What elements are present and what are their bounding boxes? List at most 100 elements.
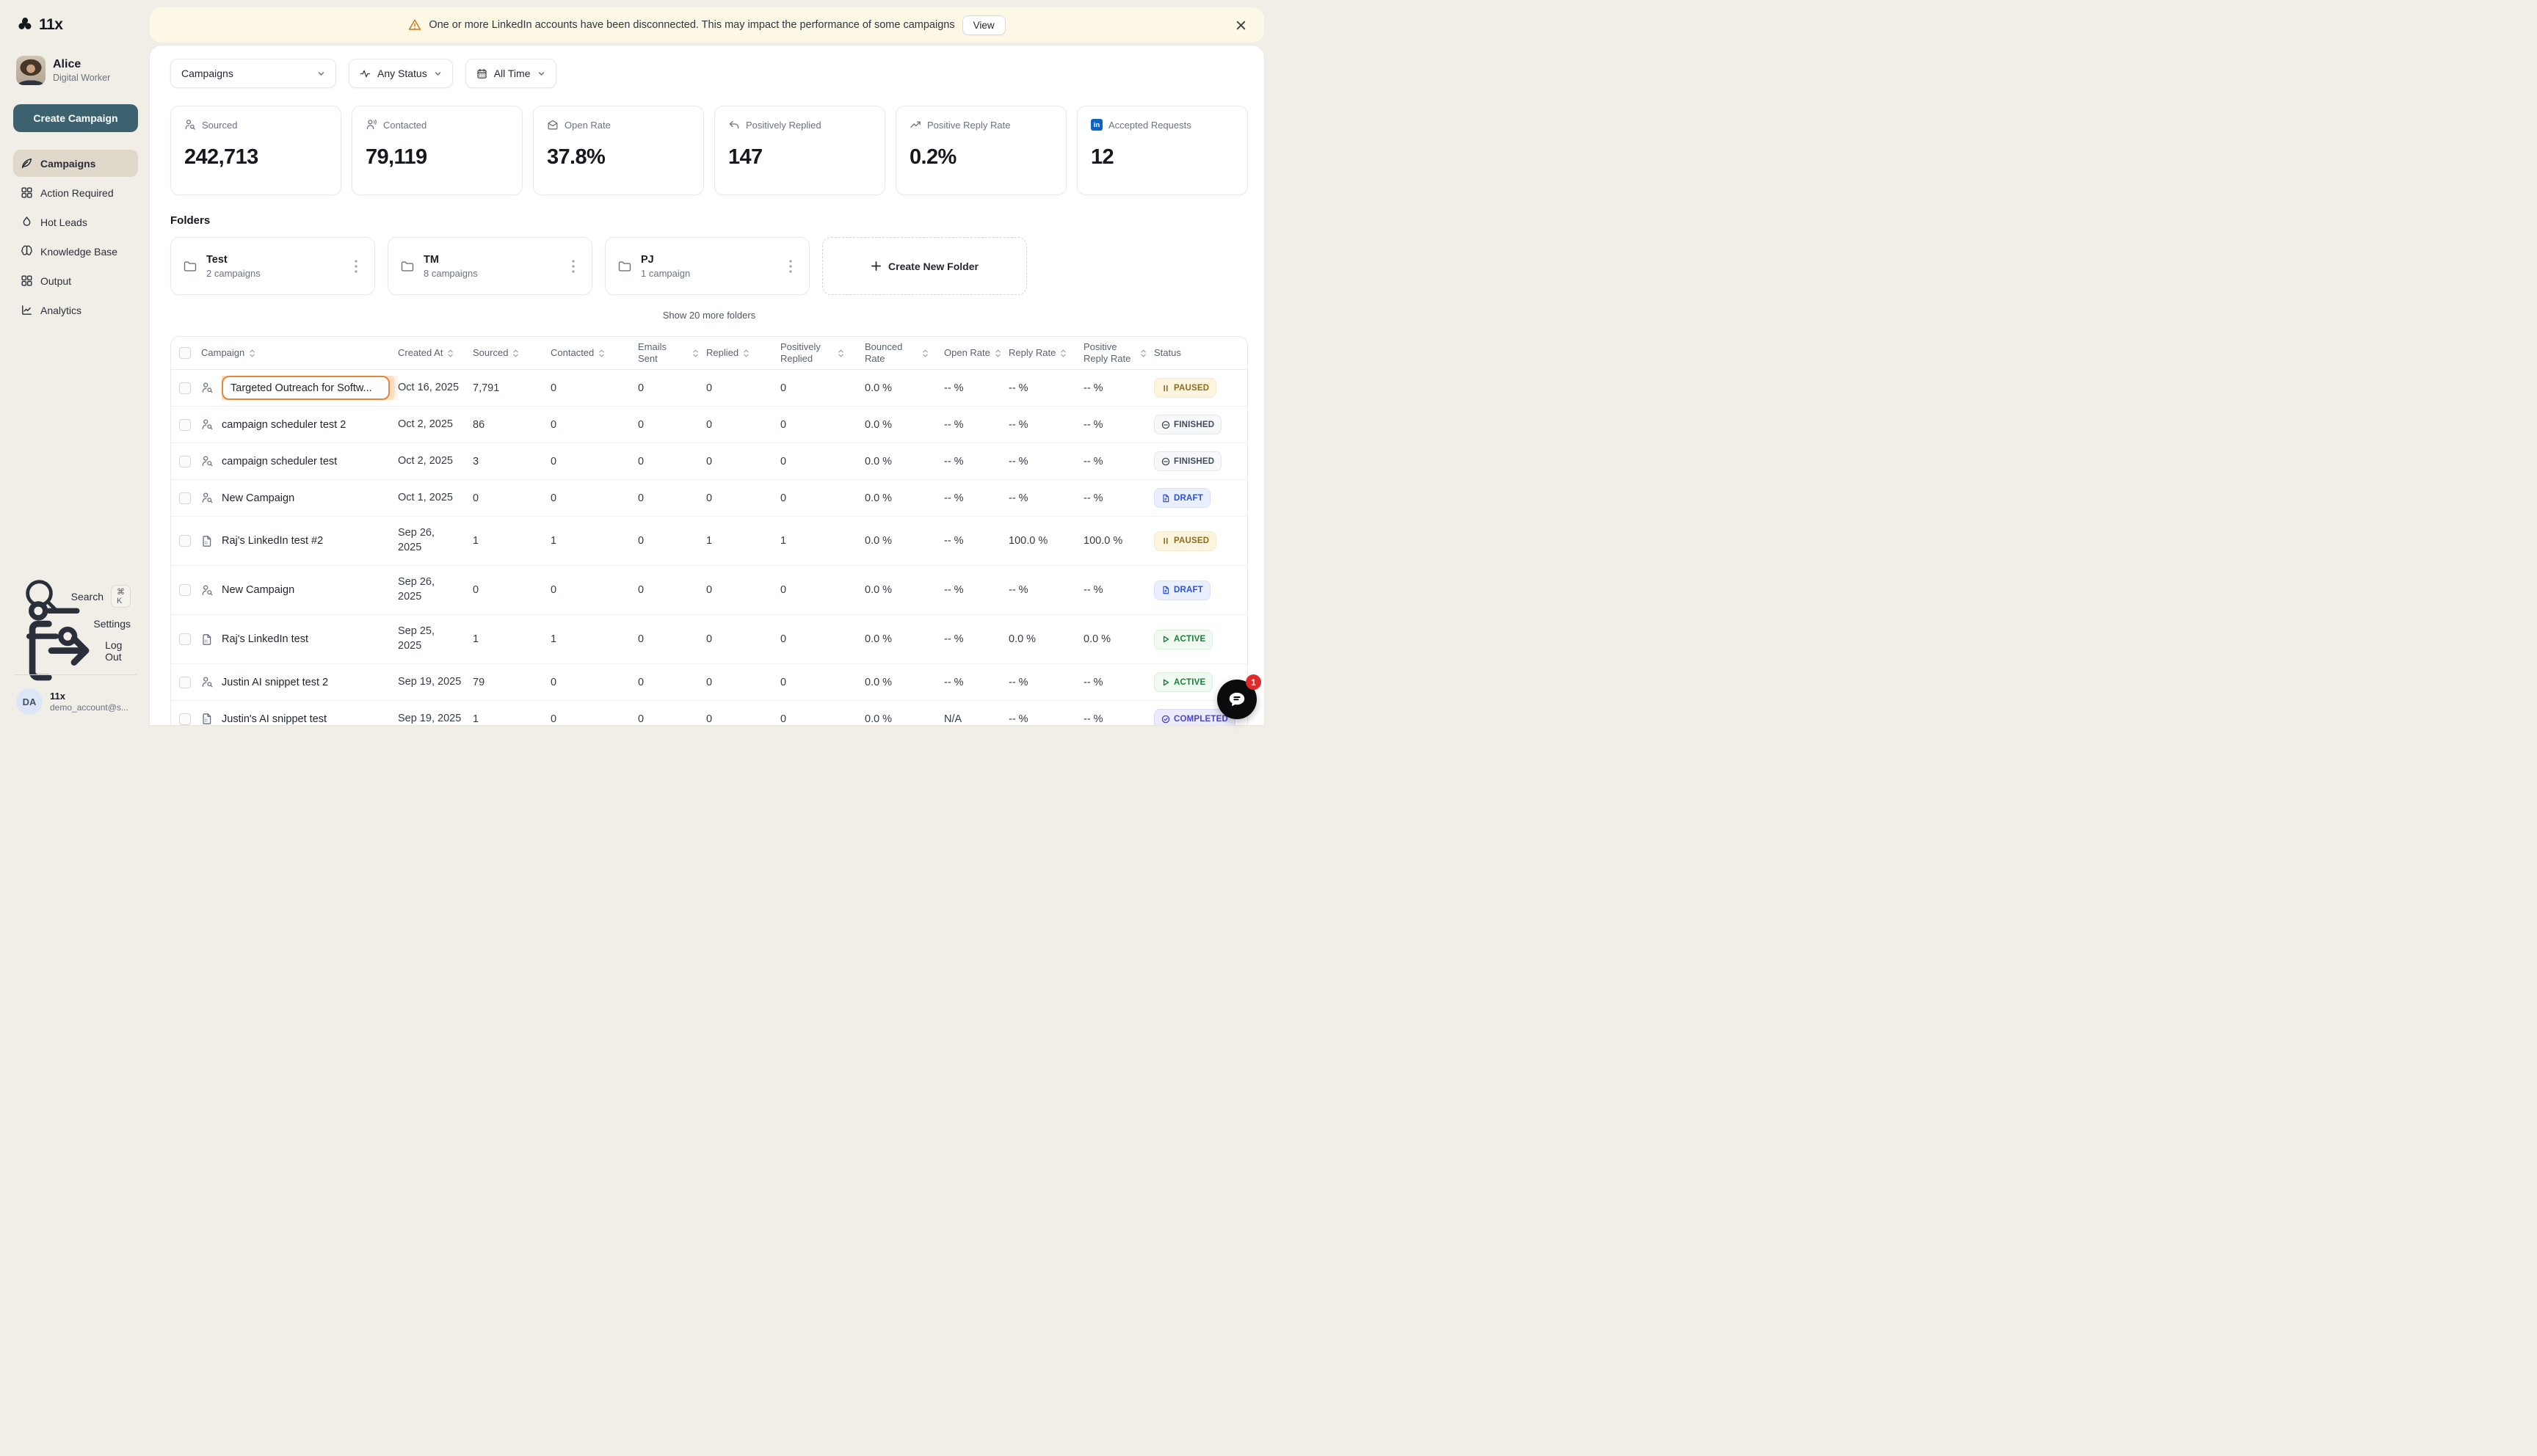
contacted-value: 1 bbox=[551, 535, 632, 547]
chevron-down-icon bbox=[537, 70, 545, 78]
positive-reply-rate-value: -- % bbox=[1084, 419, 1148, 431]
stat-label: Positively Replied bbox=[746, 120, 821, 131]
person-icon bbox=[366, 119, 377, 131]
account-switcher[interactable]: DA 11x demo_account@s... bbox=[16, 688, 138, 715]
column-header-status: Status bbox=[1154, 347, 1247, 359]
campaign-name: campaign scheduler test 2 bbox=[222, 419, 392, 431]
reply-arrow-icon bbox=[728, 119, 740, 131]
open-rate-value: -- % bbox=[944, 633, 1003, 645]
account-org: 11x bbox=[50, 691, 128, 702]
status-badge: DRAFT bbox=[1154, 488, 1211, 508]
column-header-open-rate[interactable]: Open Rate bbox=[944, 347, 1009, 359]
row-checkbox[interactable] bbox=[179, 584, 191, 596]
folder-count: 1 campaign bbox=[641, 268, 690, 279]
row-checkbox[interactable] bbox=[179, 633, 191, 645]
table-row[interactable]: New CampaignSep 26, 2025000000.0 %-- %--… bbox=[171, 566, 1247, 615]
column-header-positively-replied[interactable]: Positively Replied bbox=[780, 341, 865, 365]
row-checkbox[interactable] bbox=[179, 419, 191, 431]
status-badge: FINISHED bbox=[1154, 415, 1222, 434]
folder-name: TM bbox=[424, 254, 478, 266]
folder-card-tm[interactable]: TM 8 campaigns bbox=[388, 237, 592, 295]
select-all-checkbox[interactable] bbox=[179, 347, 191, 359]
sidebar-item-campaigns[interactable]: Campaigns bbox=[13, 150, 138, 177]
sidebar-item-analytics[interactable]: Analytics bbox=[13, 296, 138, 324]
table-row[interactable]: Justin AI snippet test 2Sep 19, 20257900… bbox=[171, 664, 1247, 701]
folder-menu-button[interactable] bbox=[348, 257, 364, 276]
column-header-sourced[interactable]: Sourced bbox=[473, 347, 551, 359]
column-header-replied[interactable]: Replied bbox=[706, 347, 780, 359]
reply-rate-value: -- % bbox=[1009, 382, 1078, 394]
open-rate-value: -- % bbox=[944, 382, 1003, 394]
row-checkbox[interactable] bbox=[179, 382, 191, 394]
emails-sent-value: 0 bbox=[638, 713, 700, 725]
column-header-created-at[interactable]: Created At bbox=[398, 347, 473, 359]
sidebar-item-action-required[interactable]: Action Required bbox=[13, 179, 138, 206]
row-checkbox[interactable] bbox=[179, 456, 191, 467]
banner-close-button[interactable] bbox=[1233, 18, 1248, 32]
person-search-icon bbox=[201, 382, 214, 394]
sort-icon bbox=[922, 349, 929, 358]
reply-rate-value: -- % bbox=[1009, 492, 1078, 504]
table-row[interactable]: Raj's LinkedIn testSep 25, 2025110000.0 … bbox=[171, 615, 1247, 664]
table-row[interactable]: campaign scheduler test 2Oct 2, 20258600… bbox=[171, 407, 1247, 443]
column-header-emails-sent[interactable]: Emails Sent bbox=[638, 341, 706, 365]
show-more-folders-link[interactable]: Show 20 more folders bbox=[170, 310, 1248, 321]
row-checkbox[interactable] bbox=[179, 713, 191, 725]
column-header-contacted[interactable]: Contacted bbox=[551, 347, 638, 359]
row-checkbox[interactable] bbox=[179, 677, 191, 688]
positively-replied-value: 0 bbox=[780, 677, 859, 688]
stat-value: 12 bbox=[1091, 145, 1234, 170]
person-search-icon bbox=[184, 119, 196, 131]
table-row[interactable]: Oct 16, 20257,79100000.0 %-- %-- %-- %PA… bbox=[171, 370, 1247, 407]
positively-replied-value: 0 bbox=[780, 633, 859, 645]
settings-label: Settings bbox=[93, 618, 131, 630]
column-header-bounced-rate[interactable]: Bounced Rate bbox=[865, 341, 944, 365]
row-checkbox[interactable] bbox=[179, 492, 191, 504]
search-shortcut: ⌘ K bbox=[111, 585, 131, 608]
table-row[interactable]: New CampaignOct 1, 2025000000.0 %-- %-- … bbox=[171, 480, 1247, 517]
chat-notification-badge: 1 bbox=[1246, 674, 1261, 690]
brain-icon bbox=[21, 245, 33, 258]
kebab-icon bbox=[789, 260, 792, 273]
contacted-value: 0 bbox=[551, 382, 632, 394]
column-header-reply-rate[interactable]: Reply Rate bbox=[1009, 347, 1084, 359]
open-rate-value: -- % bbox=[944, 492, 1003, 504]
positive-reply-rate-value: -- % bbox=[1084, 382, 1148, 394]
banner-message: One or more LinkedIn accounts have been … bbox=[429, 19, 954, 31]
sidebar-item-knowledge-base[interactable]: Knowledge Base bbox=[13, 238, 138, 265]
sidebar-item-logout[interactable]: Log Out bbox=[13, 637, 138, 664]
bounced-rate-value: 0.0 % bbox=[865, 677, 938, 688]
sidebar-divider bbox=[15, 674, 137, 675]
folder-card-test[interactable]: Test 2 campaigns bbox=[170, 237, 375, 295]
campaign-filter-dropdown[interactable]: Campaigns bbox=[170, 59, 336, 88]
contacted-value: 0 bbox=[551, 584, 632, 596]
sidebar-item-output[interactable]: Output bbox=[13, 267, 138, 294]
table-row[interactable]: Justin's AI snippet testSep 19, 20251000… bbox=[171, 701, 1247, 725]
stat-label: Open Rate bbox=[565, 120, 611, 131]
table-row[interactable]: campaign scheduler testOct 2, 2025300000… bbox=[171, 443, 1247, 480]
folder-menu-button[interactable] bbox=[783, 257, 799, 276]
folder-card-pj[interactable]: PJ 1 campaign bbox=[605, 237, 810, 295]
column-header-campaign[interactable]: Campaign bbox=[201, 347, 398, 359]
campaigns-table: Campaign Created At Sourced Contacted Em… bbox=[170, 336, 1248, 725]
status-filter-dropdown[interactable]: Any Status bbox=[349, 59, 453, 88]
status-badge: PAUSED bbox=[1154, 378, 1216, 398]
column-header-positive-reply-rate[interactable]: Positive Reply Rate bbox=[1084, 341, 1154, 365]
create-campaign-button[interactable]: Create Campaign bbox=[13, 104, 138, 132]
stat-card-positively-replied: Positively Replied 147 bbox=[714, 106, 885, 195]
created-at-value: Sep 25, 2025 bbox=[398, 625, 467, 653]
table-row[interactable]: Raj's LinkedIn test #2Sep 26, 2025110110… bbox=[171, 517, 1247, 566]
row-checkbox[interactable] bbox=[179, 535, 191, 547]
campaign-name-input[interactable] bbox=[222, 376, 390, 400]
created-at-value: Oct 16, 2025 bbox=[398, 381, 467, 396]
create-new-folder-button[interactable]: Create New Folder bbox=[822, 237, 1027, 295]
positive-reply-rate-value: -- % bbox=[1084, 456, 1148, 467]
sort-icon bbox=[1060, 349, 1067, 358]
sidebar-item-hot-leads[interactable]: Hot Leads bbox=[13, 208, 138, 236]
banner-view-button[interactable]: View bbox=[962, 15, 1006, 35]
envelope-icon bbox=[547, 119, 559, 131]
time-filter-dropdown[interactable]: All Time bbox=[465, 59, 556, 88]
folder-menu-button[interactable] bbox=[565, 257, 581, 276]
positively-replied-value: 0 bbox=[780, 456, 859, 467]
stat-value: 37.8% bbox=[547, 145, 690, 170]
